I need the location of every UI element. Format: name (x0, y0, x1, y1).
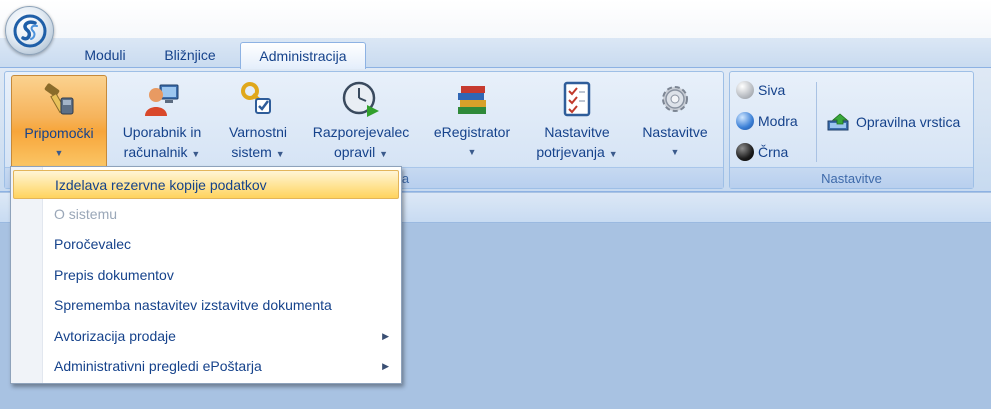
scheduler-clock-icon (342, 81, 379, 117)
theme-crna-option[interactable]: Črna (736, 143, 788, 161)
gray-orb-icon (736, 81, 754, 99)
submenu-arrow-icon: ▶ (382, 331, 389, 341)
eregistrator-button[interactable]: eRegistrator ▼ (425, 75, 519, 169)
opravilna-vrstica-button[interactable]: Opravilna vrstica (826, 112, 960, 132)
potrjevanja-label-line2: potrjevanja (536, 144, 605, 160)
checklist-icon (563, 81, 591, 117)
tab-bliznjice[interactable]: Bližnjice (148, 42, 232, 69)
potrjevanja-label-line1: Nastavitve (544, 124, 610, 140)
taskbar-upload-icon (827, 113, 849, 131)
menu-item-label: Izdelava rezervne kopije podatkov (55, 177, 267, 193)
menu-item-prepis-dokumentov[interactable]: Prepis dokumentov (13, 261, 399, 290)
chevron-down-icon: ▼ (275, 149, 285, 159)
theme-siva-label: Siva (758, 82, 786, 98)
pripomocki-dropdown-menu: Izdelava rezervne kopije podatkov O sist… (10, 166, 402, 384)
tab-administracija[interactable]: Administracija (240, 42, 366, 69)
menu-item-label: Prepis dokumentov (54, 267, 174, 283)
razporejevalec-label-line2: opravil (333, 144, 376, 160)
uporabnik-label-line2: računalnik (123, 144, 188, 160)
pripomocki-button[interactable]: Pripomočki ▼ (11, 75, 107, 169)
nastavitve-label: Nastavitve (642, 124, 708, 140)
menu-item-izdelava-rezervne-kopije[interactable]: Izdelava rezervne kopije podatkov (13, 170, 399, 199)
tools-icon (44, 83, 74, 115)
chevron-down-icon: ▼ (608, 149, 618, 159)
books-icon (458, 86, 486, 114)
menu-item-label: O sistemu (54, 206, 118, 222)
nastavitve-potrjevanja-button[interactable]: Nastavitve potrjevanja ▼ (527, 75, 627, 169)
theme-crna-label: Črna (758, 144, 789, 160)
menu-item-label: Administrativni pregledi ePoštarja (54, 358, 262, 374)
ribbon-tab-row: Moduli Bližnjice Administracija (0, 38, 991, 69)
chevron-down-icon: ▼ (670, 147, 680, 157)
menu-item-porocevalec[interactable]: Poročevalec (13, 230, 399, 259)
gear-icon (662, 86, 688, 112)
uporabnik-label-line1: Uporabnik in (122, 124, 202, 140)
security-keys-icon (241, 82, 271, 114)
menu-item-label: Sprememba nastavitev izstavitve dokument… (54, 297, 332, 313)
uporabnik-racunalnik-button[interactable]: Uporabnik in računalnik ▼ (113, 75, 211, 169)
varnostni-label-line1: Varnostni (228, 124, 288, 140)
pripomocki-label: Pripomočki (24, 125, 94, 141)
user-computer-icon (145, 84, 179, 116)
group-label-nastavitve: Nastavitve (730, 167, 973, 188)
varnostni-sistem-button[interactable]: Varnostni sistem ▼ (217, 75, 299, 169)
opravilna-vrstica-label: Opravilna vrstica (856, 114, 961, 130)
chevron-down-icon: ▼ (379, 149, 389, 159)
group-separator (816, 82, 817, 162)
black-orb-icon (736, 143, 754, 161)
theme-siva-option[interactable]: Siva (736, 81, 785, 99)
ribbon-group-nastavitve: Siva Modra Črna Opravilna vrstica Nastav… (729, 71, 974, 189)
menu-item-label: Poročevalec (54, 236, 132, 252)
theme-modra-option[interactable]: Modra (736, 112, 798, 130)
title-bar (0, 0, 991, 38)
menu-item-administrativni-pregledi[interactable]: Administrativni pregledi ePoštarja ▶ (13, 352, 399, 381)
chevron-down-icon: ▼ (191, 149, 201, 159)
menu-item-sprememba-nastavitev[interactable]: Sprememba nastavitev izstavitve dokument… (13, 291, 399, 320)
tab-moduli[interactable]: Moduli (67, 42, 143, 69)
nastavitve-button[interactable]: Nastavitve ▼ (633, 75, 717, 169)
blue-orb-icon (736, 112, 754, 130)
razporejevalec-label-line1: Razporejevalec (312, 124, 410, 140)
razporejevalec-opravil-button[interactable]: Razporejevalec opravil ▼ (305, 75, 417, 169)
eregistrator-label: eRegistrator (433, 124, 511, 140)
menu-item-label: Avtorizacija prodaje (54, 328, 176, 344)
theme-modra-label: Modra (758, 113, 798, 129)
app-logo-icon (13, 14, 46, 47)
varnostni-label-line2: sistem (231, 144, 272, 160)
menu-item-o-sistemu: O sistemu (13, 200, 399, 229)
submenu-arrow-icon: ▶ (382, 361, 389, 371)
chevron-down-icon: ▼ (54, 148, 64, 158)
chevron-down-icon: ▼ (467, 147, 477, 157)
menu-item-avtorizacija-prodaje[interactable]: Avtorizacija prodaje ▶ (13, 322, 399, 351)
application-menu-button[interactable] (5, 6, 54, 55)
